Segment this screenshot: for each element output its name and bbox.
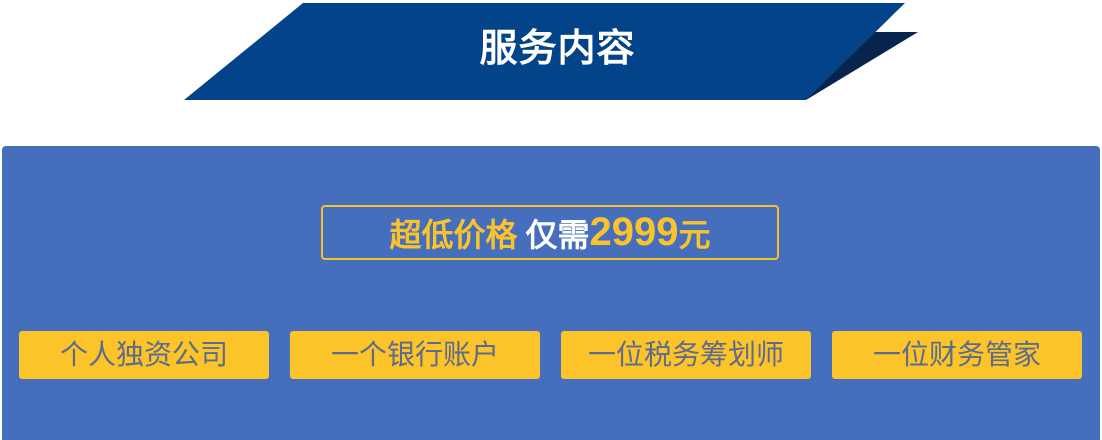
section-title: 服务内容	[479, 26, 636, 70]
price-box: 超低价格 仅需 2999 元	[321, 205, 779, 260]
price-label-plain: 仅需	[525, 215, 590, 254]
header-banner: 服务内容	[0, 0, 1102, 110]
service-item-tax-planner[interactable]: 一位税务筹划师	[561, 331, 811, 379]
price-unit: 元	[678, 215, 711, 254]
service-item-sole-proprietorship[interactable]: 个人独资公司	[19, 331, 269, 379]
service-item-bank-account[interactable]: 一个银行账户	[290, 331, 540, 379]
service-list: 个人独资公司 一个银行账户 一位税务筹划师 一位财务管家	[19, 331, 1083, 379]
service-panel: 超低价格 仅需 2999 元 个人独资公司 一个银行账户 一位税务筹划师 一位财…	[2, 146, 1100, 440]
price-value: 2999	[589, 210, 679, 254]
service-item-finance-steward[interactable]: 一位财务管家	[832, 331, 1082, 379]
price-label-highlight: 超低价格	[389, 215, 518, 254]
